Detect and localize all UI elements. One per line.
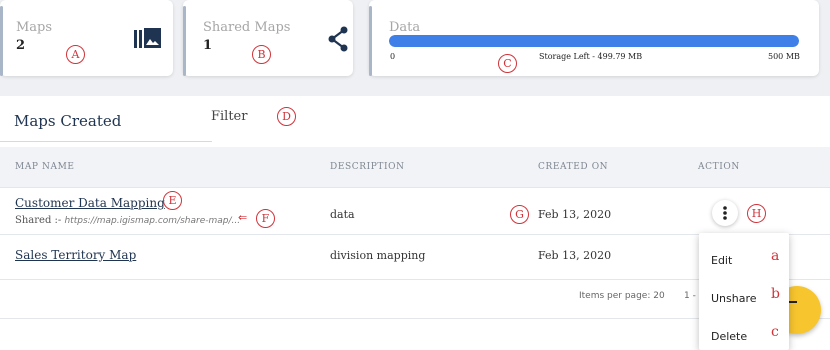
map-created-on: Feb 13, 2020 [538,249,612,262]
column-header-description[interactable]: DESCRIPTION [330,162,405,172]
more-actions-button[interactable] [712,200,738,226]
column-header-map-name[interactable]: MAP NAME [15,162,75,172]
callout-a: A [66,45,85,64]
shared-maps-stat-card: Shared Maps 1 B [183,0,353,76]
maps-stat-label: Maps [16,20,53,35]
callout-g: G [510,205,529,224]
maps-stat-card: Maps 2 A [0,0,173,76]
storage-left-label: Storage Left - 499.79 MB [539,52,643,61]
more-vert-icon [723,206,727,220]
map-name-link[interactable]: Customer Data Mapping [15,196,165,210]
data-storage-card: Data 0 Storage Left - 499.79 MB 500 MB C [369,0,819,76]
card-accent-bar [0,6,3,76]
map-description: division mapping [330,249,426,262]
table-header: MAP NAME DESCRIPTION CREATED ON ACTION [0,147,830,188]
menu-item-unshare[interactable]: Unshare [711,292,757,305]
title-underline [0,141,212,142]
shared-info: Shared :- https://map.igismap.com/share-… [15,215,240,226]
arrow-left-icon: ⇐ [238,211,248,224]
callout-c: C [498,54,517,73]
storage-max-label: 500 MB [768,52,800,61]
maps-stat-value: 2 [16,38,26,53]
callout-e: E [163,191,182,210]
callout-f: F [256,209,275,228]
share-icon [328,26,348,52]
menu-item-edit[interactable]: Edit [711,254,732,267]
items-per-page-label[interactable]: Items per page: 20 [579,291,665,301]
filter-button[interactable]: Filter [211,109,247,124]
shared-prefix: Shared :- [15,215,62,226]
storage-progress-fill [389,35,799,47]
callout-a-lower: a [771,248,780,264]
column-header-action: ACTION [698,162,740,172]
storage-progress-bar [389,35,799,47]
action-menu: Edit a Unshare b Delete c [699,233,789,350]
map-name-link[interactable]: Sales Territory Map [15,248,136,262]
callout-h: H [747,204,766,223]
shared-maps-stat-label: Shared Maps [203,20,291,35]
callout-b: B [252,45,271,64]
card-accent-bar [183,6,186,76]
shared-url-link[interactable]: https://map.igismap.com/share-map/... [64,216,240,226]
callout-c-lower: c [771,324,779,340]
callout-d: D [277,107,296,126]
menu-item-delete[interactable]: Delete [711,330,747,343]
column-header-created-on[interactable]: CREATED ON [538,162,608,172]
map-description: data [330,208,355,221]
map-created-on: Feb 13, 2020 [538,208,612,221]
storage-min-label: 0 [390,52,396,61]
photo-library-icon [134,28,161,48]
shared-maps-stat-value: 1 [203,38,213,53]
data-storage-label: Data [389,20,421,35]
page-title: Maps Created [14,112,122,130]
callout-b-lower: b [771,286,780,302]
card-accent-bar [369,6,372,76]
table-row: Customer Data Mapping E Shared :- https:… [0,188,830,235]
